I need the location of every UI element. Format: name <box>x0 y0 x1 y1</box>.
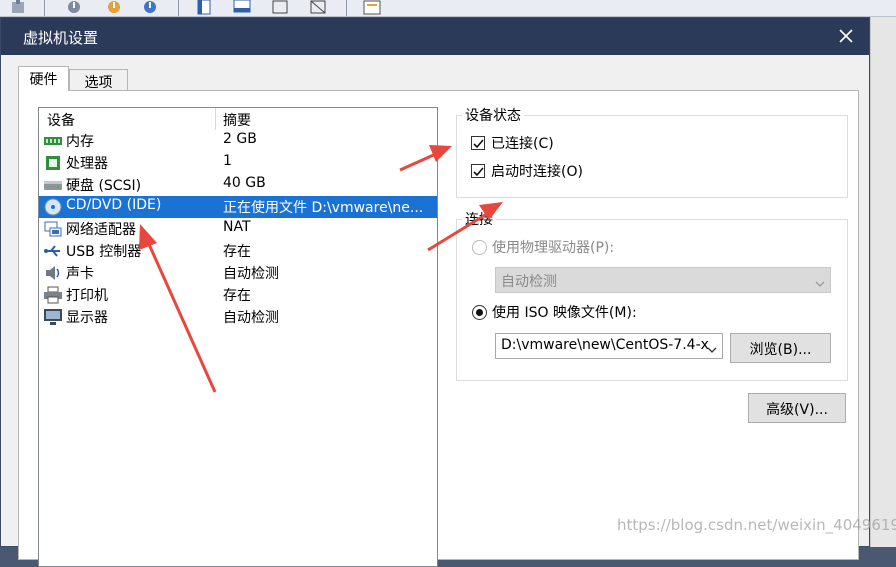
device-row-printer[interactable]: 打印机 存在 <box>39 284 437 306</box>
device-summary: 2 GB <box>223 131 257 147</box>
physical-drive-select[interactable]: 自动检测 <box>495 267 831 293</box>
tab-hardware[interactable]: 硬件 <box>18 66 69 91</box>
connect-at-power-on-checkbox[interactable] <box>471 164 485 178</box>
iso-path-value: D:\vmware\new\CentOS-7.4-x <box>501 337 709 353</box>
device-summary: NAT <box>223 219 251 235</box>
background-window-edge <box>870 17 896 547</box>
tab-options[interactable]: 选项 <box>69 69 128 91</box>
window-title: 虚拟机设置 <box>23 29 99 47</box>
device-row-sound-card[interactable]: 声卡 自动检测 <box>39 262 437 284</box>
device-name: CD/DVD (IDE) <box>66 197 162 213</box>
device-row-network-adapter[interactable]: 网络适配器 NAT <box>39 218 437 240</box>
hard-disk-icon <box>43 176 63 194</box>
host-toolbar-icon[interactable] <box>8 0 28 15</box>
view-console-icon[interactable] <box>232 0 252 15</box>
iso-path-combo[interactable]: D:\vmware\new\CentOS-7.4-x <box>495 333 723 359</box>
network-adapter-icon <box>43 220 63 238</box>
device-summary: 1 <box>223 153 232 169</box>
connection-title: 连接 <box>462 209 496 229</box>
vm-settings-dialog: 虚拟机设置 硬件 选项 设备 摘要 内存 2 GB 处理器 1 硬盘 (SCSI… <box>0 17 870 567</box>
title-bar: 虚拟机设置 <box>1 18 869 55</box>
list-header: 设备 摘要 <box>39 108 437 130</box>
revert-snapshot-icon[interactable] <box>104 0 124 15</box>
usb-icon <box>43 242 63 260</box>
device-row-processor[interactable]: 处理器 1 <box>39 152 437 174</box>
host-toolbar <box>0 0 896 17</box>
iso-image-radio[interactable] <box>472 305 487 320</box>
device-name: 处理器 <box>66 156 108 172</box>
physical-drive-select-value: 自动检测 <box>501 274 557 290</box>
cd-dvd-icon <box>43 198 63 216</box>
connected-label[interactable]: 已连接(C) <box>491 133 554 153</box>
processor-icon <box>43 154 63 172</box>
view-sidebar-icon[interactable] <box>194 0 214 15</box>
device-list[interactable]: 设备 摘要 内存 2 GB 处理器 1 硬盘 (SCSI) 40 GB CD/D… <box>38 107 438 567</box>
chevron-down-icon <box>815 276 825 292</box>
device-name: 打印机 <box>66 288 108 304</box>
device-name: 网络适配器 <box>66 222 136 238</box>
close-icon[interactable] <box>831 22 861 50</box>
chevron-down-icon[interactable] <box>707 342 717 358</box>
watermark: https://blog.csdn.net/weixin_40496191 <box>617 516 896 534</box>
hardware-panel: 设备 摘要 内存 2 GB 处理器 1 硬盘 (SCSI) 40 GB CD/D… <box>18 90 859 567</box>
device-row-hard-disk[interactable]: 硬盘 (SCSI) 40 GB <box>39 174 437 196</box>
device-summary: 存在 <box>223 288 251 304</box>
device-summary: 自动检测 <box>223 310 279 326</box>
library-icon[interactable] <box>362 0 382 15</box>
device-name: 内存 <box>66 134 94 150</box>
sound-card-icon <box>43 264 63 282</box>
device-name: 硬盘 (SCSI) <box>66 178 142 194</box>
connect-at-power-on-label[interactable]: 启动时连接(O) <box>491 161 583 181</box>
physical-drive-label[interactable]: 使用物理驱动器(P): <box>492 237 614 257</box>
device-name: USB 控制器 <box>66 244 142 260</box>
device-summary: 自动检测 <box>223 266 279 282</box>
column-header-summary[interactable]: 摘要 <box>223 110 251 130</box>
column-header-device[interactable]: 设备 <box>47 110 75 130</box>
physical-drive-radio[interactable] <box>472 240 487 255</box>
iso-image-label[interactable]: 使用 ISO 映像文件(M): <box>492 302 637 322</box>
device-summary: 正在使用文件 D:\vmware\ne... <box>223 200 424 216</box>
device-row-display[interactable]: 显示器 自动检测 <box>39 306 437 328</box>
device-name: 显示器 <box>66 310 108 326</box>
device-row-cd-dvd[interactable]: CD/DVD (IDE) 正在使用文件 D:\vmware\ne... <box>39 196 437 218</box>
memory-icon <box>43 132 63 150</box>
snapshot-manager-icon[interactable] <box>140 0 160 15</box>
fullscreen-icon[interactable] <box>270 0 290 15</box>
device-status-title: 设备状态 <box>462 105 524 125</box>
advanced-button[interactable]: 高级(V)... <box>748 393 846 423</box>
column-divider[interactable] <box>215 108 216 130</box>
printer-icon <box>43 286 63 304</box>
display-icon <box>43 308 63 326</box>
device-name: 声卡 <box>66 266 94 282</box>
browse-button[interactable]: 浏览(B)... <box>730 333 831 363</box>
device-row-memory[interactable]: 内存 2 GB <box>39 130 437 152</box>
snapshot-icon[interactable] <box>64 0 84 15</box>
device-status-group <box>456 115 848 198</box>
device-row-usb-controller[interactable]: USB 控制器 存在 <box>39 240 437 262</box>
device-summary: 存在 <box>223 244 251 260</box>
connected-checkbox[interactable] <box>471 136 485 150</box>
unity-icon[interactable] <box>308 0 328 15</box>
device-summary: 40 GB <box>223 175 266 191</box>
